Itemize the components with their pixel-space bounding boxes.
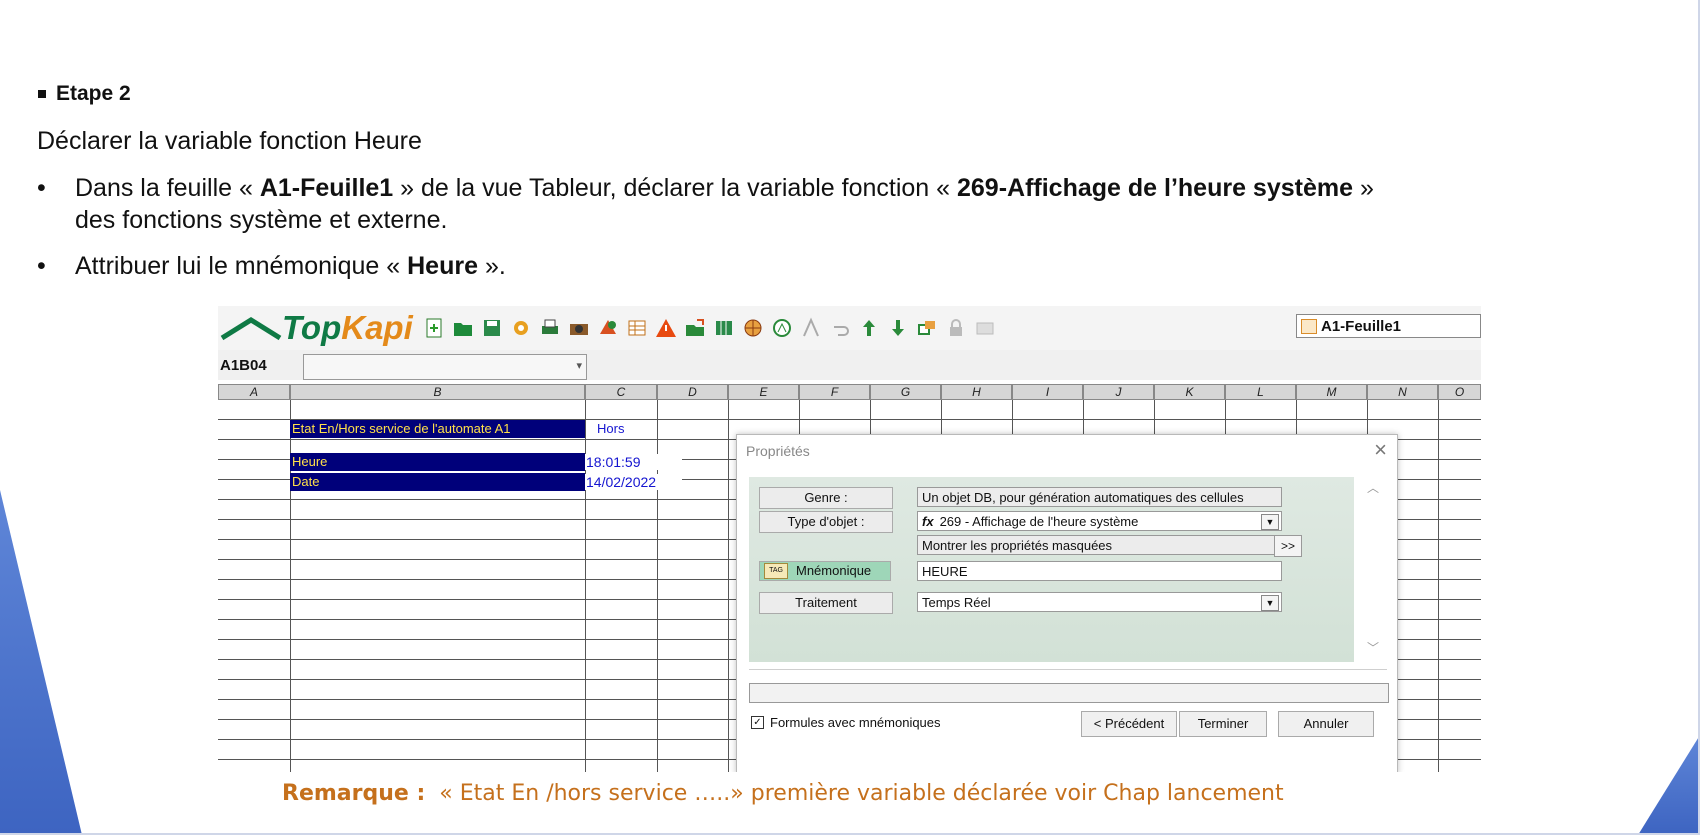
grid-line — [728, 400, 729, 772]
open-folder-icon[interactable] — [452, 317, 474, 339]
new-document-icon[interactable] — [423, 317, 445, 339]
column-header[interactable]: I — [1012, 384, 1083, 400]
properties-dialog: Propriétés × Genre : Un objet DB, pour g… — [736, 434, 1398, 772]
finish-button[interactable]: Terminer — [1179, 711, 1267, 737]
decorative-triangle-right — [1638, 735, 1700, 835]
mnemonic-input[interactable]: HEURE — [917, 561, 1282, 581]
checkmark-icon[interactable]: ✓ — [751, 716, 764, 729]
roof-logo-icon — [220, 317, 282, 341]
windows-icon[interactable] — [916, 317, 938, 339]
sheet-selector[interactable]: A1-Feuille1 — [1296, 314, 1481, 338]
remark-note: Remarque : « Etat En /hors service …..» … — [282, 781, 1284, 806]
properties-panel: Genre : Un objet DB, pour génération aut… — [749, 477, 1354, 662]
move-down-icon[interactable] — [887, 317, 909, 339]
chevron-down-icon[interactable]: ▼ — [1261, 514, 1279, 530]
more-button[interactable]: >> — [1274, 535, 1302, 557]
traitement-select[interactable]: Temps Réel ▼ — [917, 592, 1282, 612]
alarm-warning-icon[interactable] — [655, 317, 677, 339]
cell-etat-value[interactable]: Hors — [596, 421, 625, 436]
cell-heure-label[interactable]: Heure — [290, 453, 585, 471]
decorative-triangle-left — [0, 490, 82, 835]
topkapi-screenshot: TopKapi A1-Feuille1 A1B04 ▾ A B C D E F … — [218, 306, 1481, 772]
shapes-icon[interactable] — [597, 317, 619, 339]
column-header[interactable]: M — [1296, 384, 1367, 400]
bullet-dot-icon: • — [37, 252, 46, 280]
cell-reference: A1B04 — [220, 357, 267, 374]
cell-date-label[interactable]: Date — [290, 473, 585, 491]
formulas-checkbox[interactable]: ✓ Formules avec mnémoniques — [751, 715, 941, 730]
table-icon[interactable] — [626, 317, 648, 339]
undo-disabled-icon — [833, 326, 849, 336]
column-header[interactable]: L — [1225, 384, 1296, 400]
chevron-down-icon[interactable]: ▼ — [1261, 595, 1279, 611]
cell-etat-label[interactable]: Etat En/Hors service de l'automate A1 — [290, 420, 585, 438]
column-header[interactable]: E — [728, 384, 799, 400]
cell-heure-value[interactable]: 18:01:59 — [585, 454, 682, 470]
column-header[interactable]: K — [1154, 384, 1225, 400]
bullet-text: Dans la feuille « A1-Feuille1 » de la vu… — [75, 174, 1374, 234]
bullet-item-declare: • Dans la feuille « A1-Feuille1 » de la … — [37, 172, 1672, 236]
bullet-text: Attribuer lui le mnémonique « Heure ». — [75, 252, 506, 280]
move-up-icon[interactable] — [858, 317, 880, 339]
dialog-title: Propriétés — [746, 443, 810, 459]
step-title: Etape 2 — [56, 82, 131, 105]
column-header[interactable]: C — [585, 384, 657, 400]
cancel-button[interactable]: Annuler — [1278, 711, 1374, 737]
dialog-status-field — [749, 683, 1389, 703]
column-header[interactable]: F — [799, 384, 870, 400]
step-heading: Etape 2 — [38, 82, 131, 106]
column-header[interactable]: O — [1438, 384, 1481, 400]
export-folder-icon[interactable] — [684, 317, 706, 339]
scroll-up-icon[interactable]: ︿ — [1367, 479, 1379, 496]
grid-line — [1438, 400, 1439, 772]
font-disabled-icon — [802, 317, 819, 337]
cell-date-value[interactable]: 14/02/2022 — [585, 474, 682, 490]
sheet-icon — [1301, 318, 1317, 334]
chevron-down-icon: ▾ — [576, 360, 582, 372]
gear-icon[interactable] — [510, 317, 532, 339]
formula-combo[interactable]: ▾ — [303, 354, 587, 380]
formula-bar: A1B04 ▾ — [218, 350, 1481, 380]
topkapi-logo: TopKapi — [220, 309, 413, 347]
column-header[interactable]: G — [870, 384, 941, 400]
genre-field: Un objet DB, pour génération automatique… — [917, 487, 1282, 507]
column-header[interactable]: N — [1367, 384, 1438, 400]
column-header[interactable]: D — [657, 384, 728, 400]
compass-icon[interactable] — [771, 317, 793, 339]
camera-icon[interactable] — [568, 317, 590, 339]
dialog-divider — [749, 669, 1387, 670]
genre-label: Genre : — [759, 487, 893, 509]
mail-disabled-icon — [976, 322, 994, 335]
globe-icon[interactable] — [742, 317, 764, 339]
bullet-item-mnemonic: • Attribuer lui le mnémonique « Heure ». — [37, 250, 506, 282]
intro-text: Déclarer la variable fonction Heure — [37, 127, 422, 155]
previous-button[interactable]: < Précédent — [1081, 711, 1177, 737]
mnemonic-label: TAG Mnémonique — [759, 561, 891, 581]
type-label: Type d'objet : — [759, 511, 893, 533]
type-select[interactable]: fx 269 - Affichage de l'heure système ▼ — [917, 511, 1282, 531]
lock-disabled-icon — [949, 319, 962, 336]
square-bullet-icon — [38, 90, 46, 98]
column-header[interactable]: H — [941, 384, 1012, 400]
bullet-dot-icon: • — [37, 174, 46, 202]
traitement-label: Traitement — [759, 592, 893, 614]
toolbar: TopKapi A1-Feuille1 — [218, 306, 1481, 351]
column-header[interactable]: A — [218, 384, 290, 400]
save-icon[interactable] — [481, 317, 503, 339]
show-hidden-properties[interactable]: Montrer les propriétés masquées — [917, 535, 1282, 555]
function-icon: fx — [922, 514, 934, 529]
column-header[interactable]: J — [1083, 384, 1154, 400]
scroll-down-icon[interactable]: ﹀ — [1367, 639, 1379, 656]
print-icon[interactable] — [539, 317, 561, 339]
grid-view-icon[interactable] — [713, 317, 735, 339]
tag-icon: TAG — [764, 563, 788, 579]
column-header[interactable]: B — [290, 384, 585, 400]
close-icon[interactable]: × — [1374, 437, 1387, 463]
